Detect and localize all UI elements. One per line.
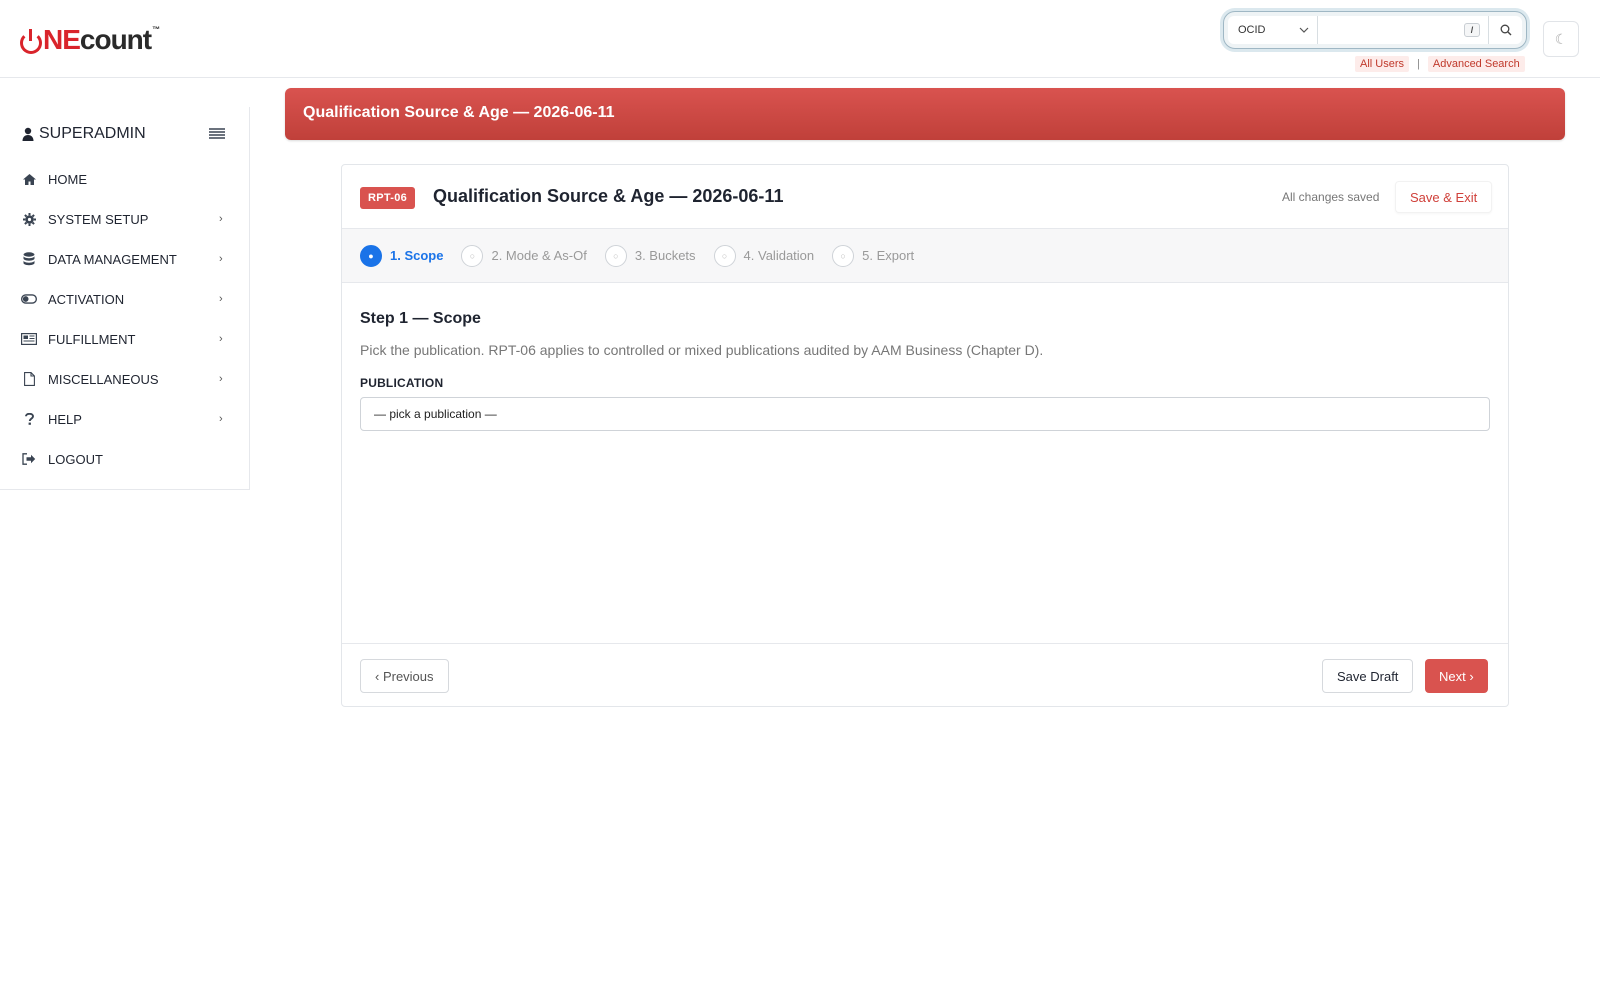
save-status: All changes saved: [1282, 190, 1380, 204]
top-header: NE count ™ OCID / All Users | Advanced Sea…: [0, 0, 1600, 78]
sidebar-item-fulfillment[interactable]: FULFILLMENT ›: [0, 319, 250, 359]
all-users-link[interactable]: All Users: [1355, 56, 1410, 72]
sidebar-item-data-management[interactable]: DATA MANAGEMENT ›: [0, 239, 250, 279]
link-separator: |: [1417, 58, 1420, 70]
wizard-title: Qualification Source & Age — 2026-06-11: [433, 186, 784, 206]
report-wizard-card: RPT-06 Qualification Source & Age — 2026…: [341, 164, 1509, 707]
search-type-value: OCID: [1238, 24, 1266, 36]
power-icon: [20, 29, 42, 54]
step-marker-icon: ○: [832, 244, 855, 267]
step-label: 2. Mode & As-Of: [491, 248, 587, 263]
logout-icon: [21, 451, 37, 467]
gear-icon: [21, 211, 37, 227]
step-marker-icon: ○: [713, 244, 736, 267]
onecount-logo[interactable]: NE count ™: [20, 24, 160, 54]
step-buckets[interactable]: ○ 3. Buckets: [604, 244, 696, 267]
sidebar-nav: HOME SYSTEM SETUP › DATA MANAGEMENT › AC…: [0, 159, 250, 479]
page-title: Qualification Source & Age — 2026-06-11: [303, 104, 615, 121]
search-type-select[interactable]: OCID: [1228, 16, 1318, 44]
sidebar-item-label: MISCELLANEOUS: [48, 371, 159, 387]
sidebar-item-label: SYSTEM SETUP: [48, 211, 149, 227]
advanced-search-link[interactable]: Advanced Search: [1427, 56, 1525, 72]
theme-toggle-button[interactable]: ☾: [1543, 21, 1579, 57]
step-scope[interactable]: ● 1. Scope: [360, 244, 444, 267]
moon-icon: ☾: [1554, 30, 1568, 47]
publication-select[interactable]: — pick a publication —: [360, 397, 1490, 431]
shortcut-key-hint: /: [1464, 23, 1480, 37]
step-label: 4. Validation: [743, 248, 815, 263]
chevron-right-icon: ›: [219, 213, 223, 225]
sidebar-item-label: FULFILLMENT: [48, 331, 136, 347]
step-validation[interactable]: ○ 4. Validation: [713, 244, 815, 267]
sidebar-item-home[interactable]: HOME: [0, 159, 250, 199]
chevron-down-icon: [1299, 27, 1309, 33]
chevron-right-icon: ›: [219, 373, 223, 385]
file-icon: [21, 371, 37, 387]
search-button[interactable]: [1488, 16, 1522, 44]
sidebar-user: SUPERADMIN: [22, 125, 146, 143]
chevron-right-icon: ›: [219, 413, 223, 425]
sidebar-item-label: HELP: [48, 411, 82, 427]
question-icon: [21, 411, 37, 427]
sidebar-item-label: ACTIVATION: [48, 291, 125, 307]
wizard-steps: ● 1. Scope ○ 2. Mode & As-Of ○ 3. Bucket…: [342, 229, 1508, 283]
sidebar-item-label: HOME: [48, 171, 87, 187]
sidebar-item-system-setup[interactable]: SYSTEM SETUP ›: [0, 199, 250, 239]
home-icon: [21, 171, 37, 187]
chevron-right-icon: ›: [219, 333, 223, 345]
step-mode-as-of[interactable]: ○ 2. Mode & As-Of: [461, 244, 587, 267]
step-export[interactable]: ○ 5. Export: [832, 244, 915, 267]
database-icon: [21, 251, 37, 267]
next-button[interactable]: Next ›: [1425, 659, 1488, 693]
sidebar-item-activation[interactable]: ACTIVATION ›: [0, 279, 250, 319]
step-label: 3. Buckets: [634, 248, 696, 263]
search-quick-links: All Users | Advanced Search: [1355, 56, 1525, 72]
menu-lines-icon: [209, 128, 225, 139]
page-banner: Qualification Source & Age — 2026-06-11: [285, 88, 1565, 140]
user-icon: [22, 127, 34, 141]
chevron-right-icon: ›: [219, 293, 223, 305]
sidebar-item-help[interactable]: HELP ›: [0, 399, 250, 439]
newspaper-icon: [21, 331, 37, 347]
sidebar-item-label: LOGOUT: [48, 451, 103, 467]
previous-button[interactable]: ‹ Previous: [360, 659, 449, 693]
step-marker-icon: ○: [604, 244, 627, 267]
step-marker-icon: ○: [461, 244, 484, 267]
toggle-icon: [21, 291, 37, 307]
step-heading: Step 1 — Scope: [360, 310, 481, 327]
step-marker-icon: ●: [360, 244, 382, 267]
sidebar-item-miscellaneous[interactable]: MISCELLANEOUS ›: [0, 359, 250, 399]
step-description: Pick the publication. RPT-06 applies to …: [360, 342, 1044, 358]
search-icon: [1500, 24, 1511, 36]
publication-label: PUBLICATION: [360, 376, 444, 390]
sidebar-collapse-button[interactable]: [209, 127, 225, 145]
search-input[interactable]: /: [1318, 16, 1488, 44]
sidebar-item-logout[interactable]: LOGOUT: [0, 439, 250, 479]
global-search: OCID /: [1223, 11, 1527, 49]
save-draft-button[interactable]: Save Draft: [1322, 659, 1414, 693]
wizard-header: RPT-06 Qualification Source & Age — 2026…: [342, 165, 1508, 229]
sidebar: SUPERADMIN HOME SYSTEM SETUP › DATA MANA…: [0, 107, 250, 490]
report-code-badge: RPT-06: [360, 187, 416, 209]
step-label: 1. Scope: [390, 248, 444, 263]
sidebar-item-label: DATA MANAGEMENT: [48, 251, 177, 267]
wizard-footer: ‹ Previous Save Draft Next ›: [342, 643, 1508, 706]
sidebar-username: SUPERADMIN: [39, 125, 146, 142]
chevron-right-icon: ›: [219, 253, 223, 265]
save-exit-button[interactable]: Save & Exit: [1395, 181, 1493, 213]
step-label: 5. Export: [862, 248, 915, 263]
publication-select-value: — pick a publication —: [374, 407, 497, 421]
